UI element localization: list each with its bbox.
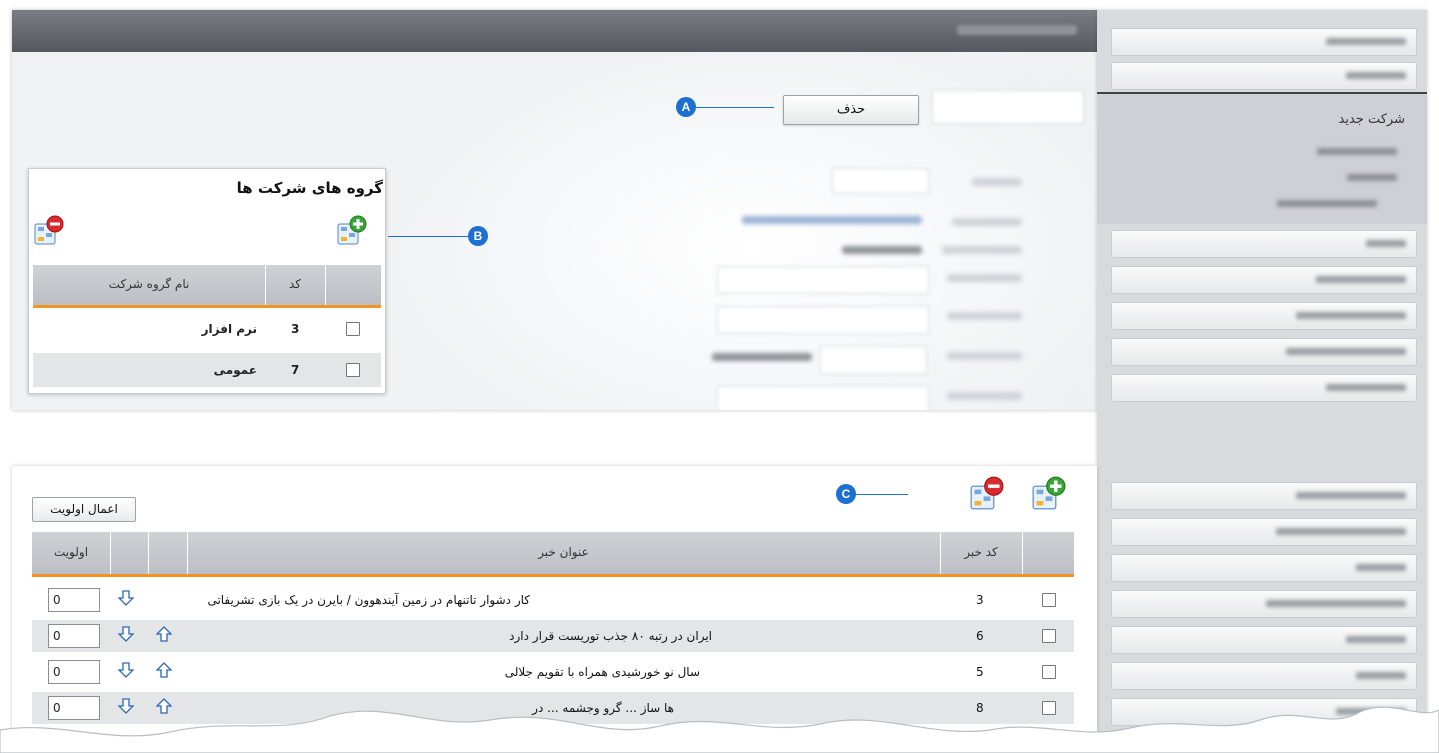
group-code: 7	[291, 363, 300, 377]
sidebar-subitem-blurred[interactable]	[1347, 174, 1397, 181]
callout-a-line	[696, 107, 774, 108]
sidebar-item[interactable]	[1111, 662, 1417, 690]
input-blurred[interactable]	[820, 346, 927, 374]
arrow-down-icon[interactable]	[118, 662, 134, 678]
group-name: نرم افزار	[201, 322, 257, 336]
header-news-title: عنوان خبر	[538, 545, 589, 559]
sidebar-item[interactable]	[1111, 626, 1417, 654]
arrow-up-icon[interactable]	[156, 662, 172, 678]
apply-priority-button[interactable]: اعمال اولویت	[32, 497, 136, 522]
form-label-blurred	[952, 218, 1022, 226]
input-blurred[interactable]	[717, 266, 929, 294]
arrow-down-icon[interactable]	[118, 590, 134, 606]
groups-panel-title: گروه های شرکت ها	[236, 179, 383, 197]
form-label-blurred	[947, 312, 1022, 320]
news-table-header: اولویت عنوان خبر کد خبر	[32, 532, 1074, 574]
sidebar-item[interactable]	[1111, 590, 1417, 618]
news-code: 3	[976, 593, 984, 607]
callout-a: A	[676, 97, 696, 117]
input-blurred[interactable]	[717, 306, 929, 334]
sidebar-item[interactable]	[1111, 482, 1417, 510]
value-blurred	[712, 353, 812, 361]
table-row[interactable]: 0 کار دشوار تاتنهام در زمین آیندهوون / ب…	[32, 584, 1074, 616]
table-row[interactable]: عمومی 7	[33, 353, 381, 387]
form-label-blurred	[972, 178, 1022, 186]
sidebar-item[interactable]	[1111, 62, 1417, 90]
sidebar-subitem-blurred[interactable]	[1317, 148, 1397, 155]
window-titlebar	[12, 10, 1097, 52]
sidebar-item[interactable]	[1111, 518, 1417, 546]
add-group-icon[interactable]	[337, 215, 367, 245]
sidebar-subitem-blurred[interactable]	[1277, 200, 1377, 207]
row-checkbox[interactable]	[1042, 593, 1056, 607]
priority-input[interactable]: 0	[48, 624, 100, 648]
form-label-blurred	[947, 274, 1022, 282]
link-blurred[interactable]	[742, 216, 922, 224]
group-code: 3	[291, 322, 300, 336]
header-accent-line	[33, 305, 381, 308]
remove-news-icon[interactable]	[970, 476, 1004, 510]
sidebar-item[interactable]	[1111, 302, 1417, 330]
remove-group-icon[interactable]	[34, 215, 64, 245]
sidebar-item[interactable]	[1111, 374, 1417, 402]
group-name: عمومی	[213, 363, 257, 377]
priority-input[interactable]: 0	[48, 588, 100, 612]
callout-c-line	[856, 494, 908, 495]
row-checkbox[interactable]	[346, 363, 360, 377]
torn-edge-decoration	[0, 706, 1439, 753]
sidebar-item-new-company[interactable]: شرکت جدید	[1339, 112, 1405, 127]
sidebar-item[interactable]	[1111, 554, 1417, 582]
table-row[interactable]: 0 سال نو خورشیدی همراه با تقویم جلالی 5	[32, 656, 1074, 688]
news-code: 6	[976, 629, 984, 643]
header-accent-line	[32, 574, 1074, 577]
form-label-blurred	[942, 246, 1022, 254]
row-checkbox[interactable]	[1042, 629, 1056, 643]
header-code: کد	[288, 277, 301, 291]
priority-input[interactable]: 0	[48, 660, 100, 684]
input-blurred[interactable]	[717, 386, 929, 410]
sidebar-item[interactable]	[1111, 28, 1417, 56]
window-title-blurred	[957, 25, 1077, 35]
callout-c: C	[836, 484, 856, 504]
company-groups-panel: گروه های شرکت ها نام گروه شرکت کد نرم اف…	[28, 168, 386, 394]
table-row[interactable]: 0 ایران در رتبه ۸۰ جذب توریست قرار دارد …	[32, 620, 1074, 652]
arrow-down-icon[interactable]	[118, 626, 134, 642]
news-title: ایران در رتبه ۸۰ جذب توریست قرار دارد	[509, 629, 712, 643]
sidebar-item[interactable]	[1111, 230, 1417, 258]
callout-b: B	[468, 226, 488, 246]
table-row[interactable]: نرم افزار 3	[33, 312, 381, 346]
delete-button[interactable]: حذف	[783, 95, 919, 125]
form-label-blurred	[947, 392, 1022, 400]
select-blurred[interactable]	[832, 168, 929, 194]
sidebar: شرکت جدید	[1097, 10, 1427, 740]
sidebar-item[interactable]	[1111, 266, 1417, 294]
callout-b-line	[388, 236, 468, 237]
groups-table-header: نام گروه شرکت کد	[33, 265, 381, 305]
row-checkbox[interactable]	[346, 322, 360, 336]
header-news-code: کد خبر	[964, 545, 998, 559]
news-code: 5	[976, 665, 984, 679]
form-label-blurred	[947, 352, 1022, 360]
add-news-icon[interactable]	[1032, 476, 1066, 510]
header-group-name: نام گروه شرکت	[108, 277, 190, 291]
row-checkbox[interactable]	[1042, 665, 1056, 679]
sidebar-item[interactable]	[1111, 338, 1417, 366]
news-title: کار دشوار تاتنهام در زمین آیندهوون / بای…	[207, 593, 530, 607]
header-priority: اولویت	[53, 545, 89, 559]
save-button-blurred[interactable]	[932, 90, 1084, 124]
arrow-up-icon[interactable]	[156, 626, 172, 642]
value-blurred	[842, 246, 922, 254]
news-title: سال نو خورشیدی همراه با تقویم جلالی	[504, 665, 700, 679]
sidebar-divider	[1097, 92, 1427, 94]
